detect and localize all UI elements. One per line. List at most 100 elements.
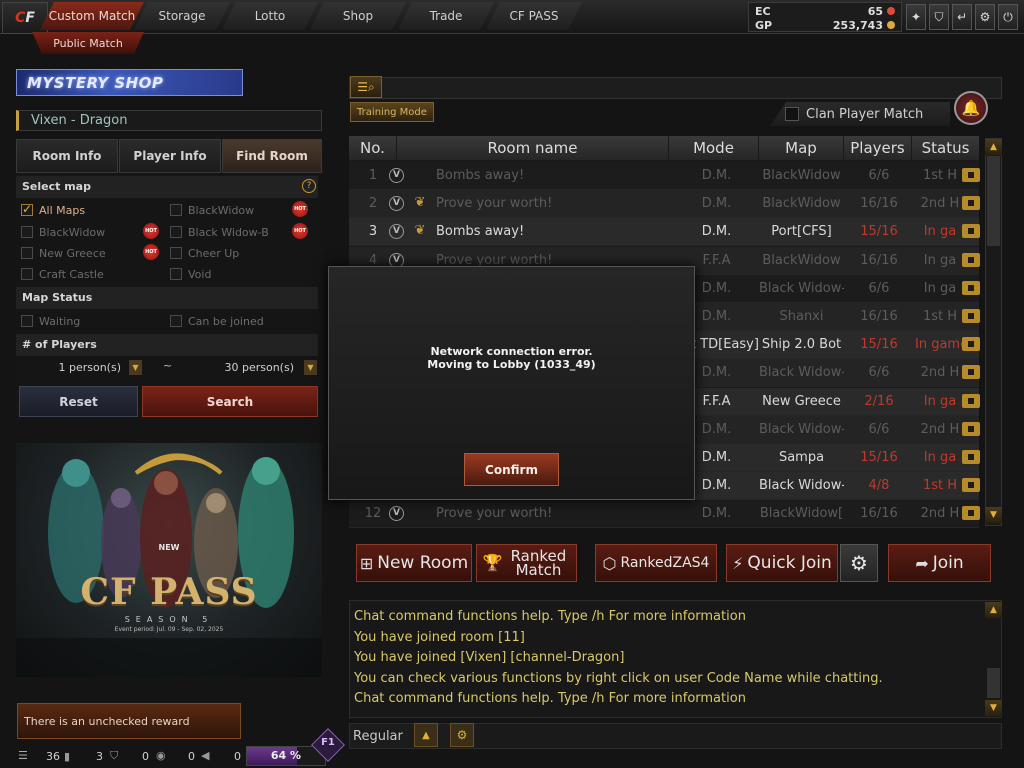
header-room-name[interactable]: Room name	[397, 136, 669, 160]
scroll-down-icon[interactable]: ▼	[985, 507, 1002, 523]
lock-icon	[962, 168, 980, 182]
ranked-zas-button[interactable]: ⬡ RankedZAS4	[595, 544, 717, 582]
search-icon[interactable]: ☰⌕	[350, 76, 382, 98]
lock-icon	[962, 252, 980, 267]
scrollbar-thumb[interactable]	[987, 156, 1000, 246]
lock-icon	[962, 393, 980, 408]
chevron-down-icon[interactable]: ▼	[304, 360, 317, 375]
room-table-header: No. Room name Mode Map Players Status	[349, 136, 979, 160]
cf-pass-promo-banner[interactable]: NEW CF PASS SEASON 5 Event period: Jul. …	[16, 443, 322, 677]
menu-icon[interactable]: ☰	[18, 749, 28, 762]
all-maps-checkbox[interactable]	[21, 202, 33, 216]
map-label-craft-castle: Craft Castle	[39, 268, 104, 281]
chat-settings-gear-icon[interactable]: ⚙	[450, 723, 474, 747]
tab-custom-match[interactable]: Custom Match	[40, 2, 144, 30]
table-row[interactable]: 12 V Prove your worth! D.M. BlackWidow[16/16…	[349, 500, 980, 529]
room-map: Black Widow-	[759, 280, 844, 296]
subtab-public-match[interactable]: Public Match	[32, 32, 144, 54]
status-checkbox-can-be-joined[interactable]	[170, 315, 182, 327]
chat-scroll-up-icon[interactable]: ▲	[985, 602, 1002, 618]
tab-storage[interactable]: Storage	[134, 2, 230, 30]
lock-icon	[962, 224, 980, 239]
bell-icon[interactable]: 🔔	[954, 91, 988, 125]
chat-input[interactable]	[480, 724, 1000, 748]
map-checkbox-black-widow-b[interactable]	[170, 226, 182, 238]
map-checkbox-cheer-up[interactable]	[170, 247, 182, 259]
room-players: 2/16	[864, 393, 894, 409]
tab-player-info[interactable]: Player Info	[119, 139, 221, 173]
gift-icon[interactable]: ✦	[906, 4, 926, 30]
chat-bubble-icon[interactable]: ◉	[156, 749, 166, 762]
header-status[interactable]: Status	[912, 136, 979, 160]
help-icon[interactable]: ?	[302, 179, 316, 193]
tab-lotto[interactable]: Lotto	[222, 2, 318, 30]
power-icon[interactable]: ⏻	[998, 4, 1018, 30]
status-count-4: 0	[188, 750, 195, 763]
quick-join-settings-button[interactable]: ⚙	[840, 544, 878, 582]
room-status: In ga	[923, 224, 957, 240]
version-badge-icon: V	[389, 168, 404, 183]
table-row[interactable]: 2 V ❦ Prove your worth! D.M. BlackWidow 16/16 2…	[349, 190, 980, 219]
tab-cf-pass[interactable]: CF PASS	[486, 2, 582, 30]
chat-scroll-down-icon[interactable]: ▼	[985, 700, 1002, 716]
map-checkbox-blackwidow-1[interactable]	[170, 204, 182, 216]
header-no[interactable]: No.	[349, 136, 397, 160]
tab-shop[interactable]: Shop	[310, 2, 406, 30]
promo-period: Event period: Jul. 09 - Sep. 02, 2025	[114, 626, 224, 633]
gear-icon[interactable]: ⚙	[975, 4, 995, 30]
map-checkbox-new-greece[interactable]	[21, 247, 33, 259]
unchecked-reward-notice[interactable]: There is an unchecked reward	[17, 703, 241, 739]
chat-mode-up-icon[interactable]: ▲	[414, 723, 438, 747]
join-button[interactable]: ➦ Join	[888, 544, 991, 582]
chevron-down-icon[interactable]: ▼	[129, 360, 142, 375]
chat-mode-label[interactable]: Regular	[353, 729, 403, 744]
tab-find-room[interactable]: Find Room	[222, 139, 322, 173]
players-min-select[interactable]: 1 person(s) ▼	[20, 359, 142, 376]
reset-button[interactable]: Reset	[19, 386, 138, 417]
header-players[interactable]: Players	[844, 136, 912, 160]
ammo-icon: ▮	[64, 750, 71, 763]
status-count-2: 3	[96, 750, 103, 763]
room-name: Bombs away!	[436, 168, 525, 183]
status-count-1: 36	[46, 750, 60, 763]
scroll-up-icon[interactable]: ▲	[985, 139, 1002, 155]
confirm-button[interactable]: Confirm	[464, 453, 559, 486]
mystery-shop-banner[interactable]: MYSTERY SHOP	[16, 69, 243, 96]
search-button[interactable]: Search	[142, 386, 318, 417]
ec-label: EC	[755, 5, 771, 18]
map-checkbox-blackwidow-2[interactable]	[21, 226, 33, 238]
chat-line: You have joined room [11]	[354, 629, 525, 645]
room-status: 2nd H	[920, 421, 960, 437]
tab-trade[interactable]: Trade	[398, 2, 494, 30]
header-mode[interactable]: Mode	[669, 136, 759, 160]
lock-icon	[962, 365, 980, 380]
map-checkbox-craft-castle[interactable]	[21, 268, 33, 280]
ec-value: 65	[867, 5, 883, 18]
players-max-select[interactable]: 30 person(s) ▼	[186, 359, 317, 376]
chat-log[interactable]: Chat command functions help. Type /h For…	[349, 600, 1002, 718]
ranked-match-button[interactable]: 🏆 Ranked Match	[476, 544, 577, 582]
table-row[interactable]: 3 V ❦ Bombs away! D.M. Port[CFS] 15/16 In ga	[349, 218, 980, 247]
clan-player-match-checkbox[interactable]	[785, 107, 799, 121]
new-room-button[interactable]: ⊞ New Room	[356, 544, 472, 582]
room-search-bar[interactable]	[349, 77, 1002, 99]
tab-room-info[interactable]: Room Info	[16, 139, 118, 173]
room-players: 6/6	[868, 421, 890, 437]
quick-join-button[interactable]: ⚡ Quick Join	[726, 544, 838, 582]
map-checkbox-void[interactable]	[170, 268, 182, 280]
arrow-right-icon: ➦	[915, 553, 929, 573]
return-icon[interactable]: ↵	[952, 4, 972, 30]
table-row[interactable]: 1 V Bombs away! D.M. BlackWidow 6/6 1st H	[349, 162, 980, 190]
shield-icon[interactable]: ⛉	[929, 4, 949, 30]
clan-player-match-label: Clan Player Match	[806, 107, 924, 122]
training-mode-button[interactable]: Training Mode	[350, 102, 434, 122]
chat-line: Chat command functions help. Type /h For…	[354, 609, 746, 624]
status-label-can-be-joined: Can be joined	[188, 315, 264, 328]
players-range-separator: ~	[163, 359, 173, 372]
chat-scrollbar-thumb[interactable]	[987, 668, 1000, 698]
speaker-icon[interactable]: ◀	[201, 749, 209, 762]
status-checkbox-waiting[interactable]	[21, 315, 33, 327]
header-map[interactable]: Map	[759, 136, 844, 160]
room-mode: D.M.	[701, 168, 732, 183]
map-label-black-widow-b: Black Widow-B	[188, 226, 269, 239]
